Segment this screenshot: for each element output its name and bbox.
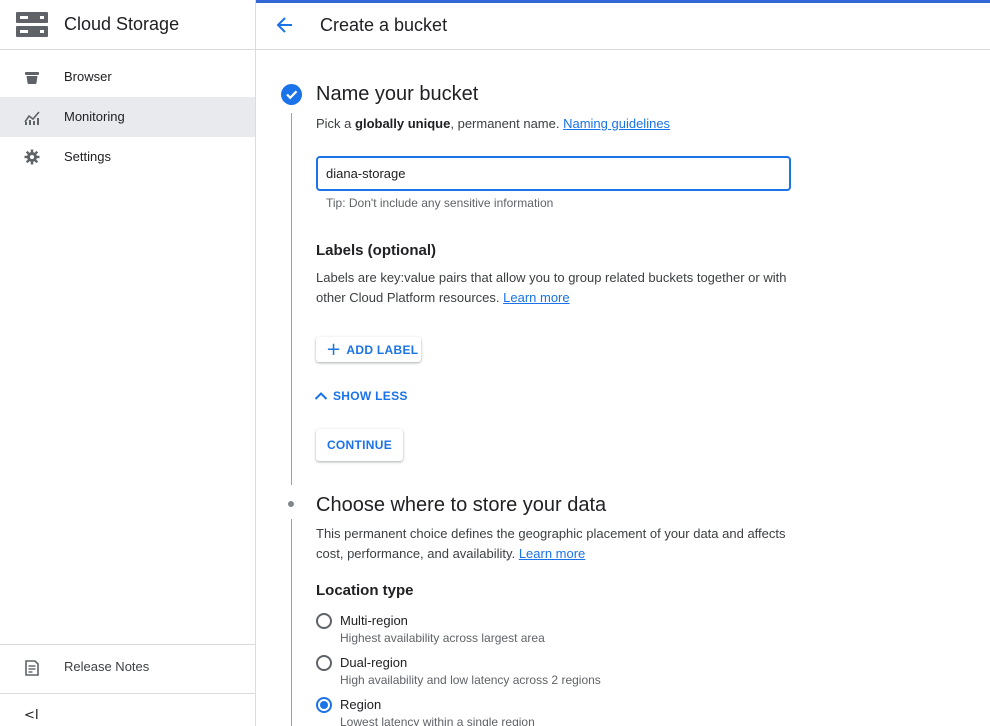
labels-description: Labels are key:value pairs that allow yo… — [316, 268, 786, 308]
radio-label: Multi-region — [340, 613, 408, 628]
step-dot-icon — [288, 501, 294, 507]
continue-button[interactable]: CONTINUE — [316, 429, 403, 461]
sidebar-item-release-notes[interactable]: Release Notes — [0, 647, 255, 687]
location-type-heading: Location type — [316, 582, 414, 599]
radio-label: Region — [340, 697, 382, 712]
naming-guidelines-link[interactable]: Naming guidelines — [563, 116, 670, 131]
monitoring-icon — [24, 111, 40, 125]
radio-button[interactable] — [316, 613, 332, 629]
desc-bold-text: globally unique — [355, 116, 451, 131]
collapse-sidebar-icon[interactable]: <I — [24, 708, 39, 723]
input-tip: Tip: Don't include any sensitive informa… — [326, 196, 554, 210]
radio-sublabel: High availability and low latency across… — [340, 673, 601, 687]
radio-sublabel: Lowest latency within a single region — [340, 715, 535, 726]
sidebar-item-label: Settings — [64, 149, 111, 164]
sidebar-item-monitoring[interactable]: Monitoring — [0, 97, 255, 137]
labels-desc-line: Labels are key:value pairs that allow yo… — [316, 270, 787, 285]
desc-text: Pick a — [316, 116, 356, 131]
step-title: Name your bucket — [316, 83, 479, 105]
location-learn-more-link[interactable]: Learn more — [519, 546, 585, 561]
desc-line: cost, performance, and availability. — [316, 546, 519, 561]
sidebar-item-label: Release Notes — [64, 659, 150, 674]
radio-sublabel: Highest availability across largest area — [340, 631, 545, 645]
arrow-back-icon[interactable] — [274, 14, 296, 36]
labels-desc-line: other Cloud Platform resources. — [316, 290, 504, 305]
step-description: Pick a globally unique, permanent name. … — [316, 114, 670, 134]
sidebar-item-label: Browser — [64, 69, 112, 84]
gear-icon — [24, 149, 40, 165]
sidebar-item-browser[interactable]: Browser — [0, 57, 255, 97]
radio-button-selected[interactable] — [316, 697, 332, 713]
page-title: Create a bucket — [320, 15, 448, 35]
plus-icon: + — [326, 338, 342, 360]
step-description: This permanent choice defines the geogra… — [316, 524, 786, 564]
desc-text: , permanent name. — [450, 116, 564, 131]
show-less-label: SHOW LESS — [333, 389, 408, 403]
chevron-up-icon — [314, 392, 328, 400]
sidebar-item-settings[interactable]: Settings — [0, 137, 255, 177]
labels-heading: Labels (optional) — [316, 242, 436, 259]
step-title: Choose where to store your data — [316, 494, 607, 516]
release-notes-icon — [25, 660, 39, 676]
bucket-icon — [25, 72, 39, 84]
desc-line: This permanent choice defines the geogra… — [316, 526, 786, 541]
sidebar-brand: Cloud Storage — [0, 0, 255, 50]
sidebar-item-label: Monitoring — [64, 109, 125, 124]
step-connector-line — [291, 113, 292, 485]
step-connector-line — [291, 519, 292, 726]
add-label-button[interactable]: + ADD LABEL — [316, 337, 421, 362]
radio-label: Dual-region — [340, 655, 408, 670]
app-title: Cloud Storage — [64, 14, 180, 34]
radio-button[interactable] — [316, 655, 332, 671]
sidebar-divider — [0, 644, 255, 645]
add-label-button-label: ADD LABEL — [346, 342, 419, 357]
sidebar: Cloud Storage Browser Monitoring Setting… — [0, 0, 256, 726]
step-complete-check-icon — [281, 84, 302, 105]
show-less-button[interactable]: SHOW LESS — [314, 389, 408, 403]
sidebar-divider — [0, 693, 255, 694]
labels-learn-more-link[interactable]: Learn more — [503, 290, 569, 305]
bucket-name-input[interactable] — [316, 156, 791, 191]
page-header: Create a bucket — [256, 0, 990, 50]
storage-icon — [16, 12, 48, 37]
check-icon — [286, 90, 298, 100]
